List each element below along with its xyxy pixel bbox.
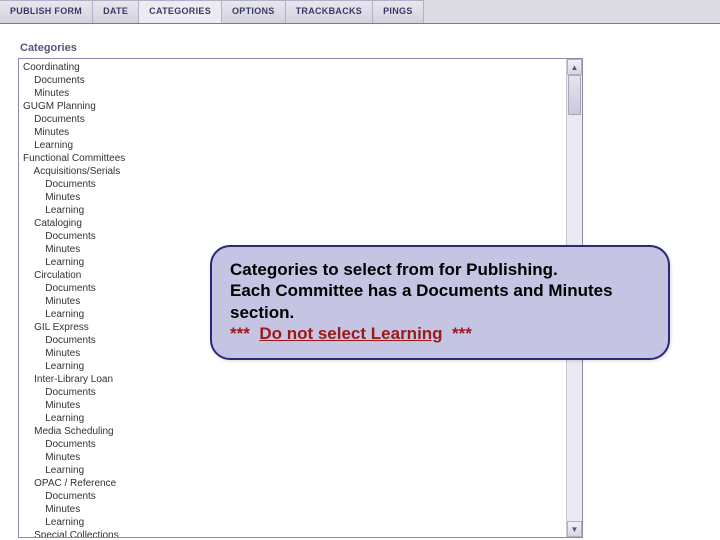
category-item[interactable]: Minutes bbox=[23, 503, 582, 516]
callout-warning: *** Do not select Learning *** bbox=[230, 323, 650, 344]
category-item[interactable]: Acquisitions/Serials bbox=[23, 165, 582, 178]
scroll-thumb[interactable] bbox=[568, 75, 581, 115]
category-item[interactable]: Minutes bbox=[23, 399, 582, 412]
category-item[interactable]: Documents bbox=[23, 386, 582, 399]
category-item[interactable]: Inter-Library Loan bbox=[23, 373, 582, 386]
panel-title: Categories bbox=[20, 42, 708, 54]
category-item[interactable]: Documents bbox=[23, 230, 582, 243]
scroll-down-button[interactable]: ▼ bbox=[567, 521, 582, 537]
category-item[interactable]: Coordinating bbox=[23, 61, 582, 74]
category-item[interactable]: Learning bbox=[23, 516, 582, 529]
category-item[interactable]: Learning bbox=[23, 139, 582, 152]
category-item[interactable]: Learning bbox=[23, 464, 582, 477]
category-item[interactable]: Documents bbox=[23, 178, 582, 191]
category-item[interactable]: Documents bbox=[23, 113, 582, 126]
callout-line2: Each Committee has a Documents and Minut… bbox=[230, 280, 650, 323]
category-item[interactable]: Special Collections bbox=[23, 529, 582, 538]
category-item[interactable]: GUGM Planning bbox=[23, 100, 582, 113]
category-item[interactable]: Minutes bbox=[23, 191, 582, 204]
instruction-callout: Categories to select from for Publishing… bbox=[210, 245, 670, 360]
tab-publish-form[interactable]: PUBLISH FORM bbox=[0, 0, 93, 23]
scroll-up-button[interactable]: ▲ bbox=[567, 59, 582, 75]
category-item[interactable]: Documents bbox=[23, 438, 582, 451]
category-item[interactable]: Minutes bbox=[23, 126, 582, 139]
tab-categories[interactable]: CATEGORIES bbox=[139, 0, 222, 23]
category-item[interactable]: Documents bbox=[23, 490, 582, 503]
warn-text: Do not select Learning bbox=[259, 324, 442, 343]
tab-options[interactable]: OPTIONS bbox=[222, 0, 286, 23]
tab-pings[interactable]: PINGS bbox=[373, 0, 424, 23]
category-item[interactable]: Functional Committees bbox=[23, 152, 582, 165]
category-item[interactable]: Media Scheduling bbox=[23, 425, 582, 438]
category-item[interactable]: Minutes bbox=[23, 451, 582, 464]
warn-stars-right: *** bbox=[452, 324, 472, 343]
category-item[interactable]: Cataloging bbox=[23, 217, 582, 230]
warn-stars-left: *** bbox=[230, 324, 250, 343]
callout-line1: Categories to select from for Publishing… bbox=[230, 259, 650, 280]
category-item[interactable]: Minutes bbox=[23, 87, 582, 100]
category-item[interactable]: Learning bbox=[23, 204, 582, 217]
category-item[interactable]: OPAC / Reference bbox=[23, 477, 582, 490]
category-item[interactable]: Learning bbox=[23, 360, 582, 373]
tab-bar: PUBLISH FORMDATECATEGORIESOPTIONSTRACKBA… bbox=[0, 0, 720, 24]
category-item[interactable]: Learning bbox=[23, 412, 582, 425]
tab-date[interactable]: DATE bbox=[93, 0, 139, 23]
category-item[interactable]: Documents bbox=[23, 74, 582, 87]
tab-trackbacks[interactable]: TRACKBACKS bbox=[286, 0, 374, 23]
